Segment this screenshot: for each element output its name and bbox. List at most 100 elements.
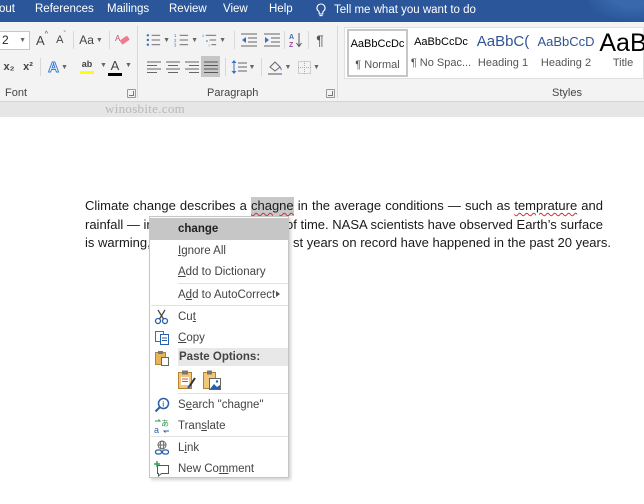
word: and (581, 198, 603, 213)
highlight-button[interactable]: ab (74, 57, 100, 77)
separator (284, 31, 285, 49)
word: conditions (385, 198, 444, 213)
chevron-down-icon[interactable]: ▼ (19, 32, 26, 49)
scissors-icon (154, 309, 169, 325)
paste-picture-button[interactable] (202, 369, 222, 391)
menu-item-link[interactable]: Link (150, 437, 288, 458)
svg-text:i: i (162, 402, 164, 409)
highlight-color-bar (80, 71, 94, 74)
align-right-button[interactable] (184, 59, 200, 75)
svg-text:1: 1 (202, 34, 204, 38)
tab-review[interactable]: Review (169, 3, 207, 15)
sort-button[interactable]: AZ (288, 31, 304, 49)
menu-item-translate[interactable]: aあ Translate (150, 415, 288, 436)
paste-keep-source-formatting-button[interactable] (177, 369, 197, 391)
shading-button[interactable]: ▼ (266, 58, 292, 76)
tab-references[interactable]: References (35, 3, 94, 15)
paragraph-dialog-launcher-icon[interactable] (326, 89, 335, 98)
line-spacing-button[interactable]: ▼ (230, 58, 256, 76)
superscript-button[interactable]: x² (21, 59, 35, 75)
increase-indent-icon (264, 33, 280, 47)
shrink-font-icon: A (56, 34, 64, 46)
separator (40, 58, 41, 76)
font-size-value: 2 (2, 33, 9, 47)
styles-group-label: Styles (552, 87, 582, 99)
bullets-icon (146, 34, 161, 46)
align-center-button[interactable] (165, 59, 181, 75)
show-formatting-marks-button[interactable]: ¶ (313, 31, 327, 49)
text-effects-button[interactable]: A ▼ (46, 58, 70, 76)
menu-item-ignore-all[interactable]: Ignore All (150, 240, 288, 261)
svg-text:A: A (115, 34, 121, 43)
decrease-indent-button[interactable] (239, 31, 259, 49)
title-bar-decoration (584, 0, 644, 22)
change-case-button[interactable]: Aa ▼ (78, 32, 104, 48)
borders-button[interactable]: ▼ (296, 58, 322, 76)
pilcrow-icon: ¶ (316, 32, 324, 48)
font-size-box[interactable]: 2 ▼ (0, 31, 30, 50)
style-no-spacing[interactable]: AaBbCcDc ¶ No Spac... (410, 29, 472, 77)
menu-item-label: Link (178, 441, 200, 454)
superscript-icon: x² (23, 61, 33, 73)
align-left-button[interactable] (146, 59, 162, 75)
menu-item-add-to-dictionary[interactable]: Add to Dictionary (150, 261, 288, 282)
numbering-button[interactable]: 1 2 3 ▼ (174, 31, 198, 49)
shrink-font-button[interactable]: Aˇ (54, 31, 68, 48)
menu-item-copy[interactable]: Copy (150, 327, 288, 348)
smart-lookup-icon: i (154, 397, 170, 413)
menu-item-search[interactable]: i Search "chagne" (150, 394, 288, 415)
chevron-down-icon[interactable]: ▼ (125, 62, 132, 69)
suggestion-change[interactable]: change (150, 218, 288, 240)
sort-az-icon: AZ (289, 33, 302, 48)
tab-layout[interactable]: out (0, 3, 15, 15)
decrease-indent-icon (241, 33, 257, 47)
separator (308, 31, 309, 49)
tab-mailings[interactable]: Mailings (107, 3, 149, 15)
document-page[interactable] (0, 117, 644, 504)
styles-gallery: AaBbCcDc ¶ Normal AaBbCcDc ¶ No Spac... … (344, 27, 644, 79)
style-heading-2[interactable]: AaBbCcD Heading 2 (535, 29, 597, 77)
style-sample: AaBbCcD (537, 34, 595, 49)
paste-keep-formatting-icon (178, 370, 196, 389)
justify-button[interactable] (201, 56, 220, 77)
word: a (239, 198, 247, 213)
line-spacing-icon (231, 60, 247, 74)
style-heading-1[interactable]: AaBbC( Heading 1 (473, 29, 533, 77)
style-name: Title (612, 57, 634, 69)
submenu-arrow-icon (276, 291, 280, 297)
word: — (447, 198, 461, 213)
bullets-button[interactable]: ▼ (146, 31, 170, 49)
multilevel-list-button[interactable]: 1 a i ▼ (202, 31, 226, 49)
misspelled-word[interactable]: temprature (514, 197, 577, 216)
menu-item-cut[interactable]: Cut (150, 306, 288, 327)
tab-help[interactable]: Help (269, 3, 293, 15)
tab-view[interactable]: View (223, 3, 248, 15)
word: Climate (85, 198, 130, 213)
misspelled-word-selected[interactable]: chagne (250, 197, 294, 216)
font-group-label: Font (5, 87, 28, 99)
tell-me-box[interactable]: Tell me what you want to do (316, 3, 476, 17)
ribbon: 2 ▼ A ^ Aˇ Aa ▼ A x₂ x² A ▼ ab ▼ A ▼ Font ▼… (0, 22, 644, 102)
subscript-icon: x₂ (3, 61, 15, 73)
svg-text:a: a (206, 39, 209, 43)
style-sample: AaBbCcDc (350, 38, 405, 50)
line-text-right: st years on record have happened in the … (293, 235, 611, 250)
menu-item-add-to-autocorrect[interactable]: Add to AutoCorrect (150, 284, 288, 305)
line-text-left: is warming, (85, 235, 151, 250)
font-dialog-launcher-icon[interactable] (127, 89, 136, 98)
style-title[interactable]: AaB Title (598, 29, 644, 77)
grow-font-icon: A (36, 32, 45, 48)
menu-item-label: Copy (178, 331, 205, 344)
increase-indent-button[interactable] (262, 31, 282, 49)
separator (109, 31, 110, 49)
menu-item-new-comment[interactable]: New Comment (150, 458, 288, 479)
watermark: winosbite.com (105, 101, 186, 116)
word: as (496, 198, 511, 213)
subscript-button[interactable]: x₂ (2, 59, 16, 75)
clear-formatting-button[interactable]: A (114, 31, 130, 49)
paste-icon (155, 351, 169, 366)
grow-font-button[interactable]: A ^ (35, 31, 49, 48)
style-normal[interactable]: AaBbCcDc ¶ Normal (347, 29, 408, 77)
justify-icon (203, 61, 218, 73)
font-color-button[interactable]: A (104, 57, 126, 77)
